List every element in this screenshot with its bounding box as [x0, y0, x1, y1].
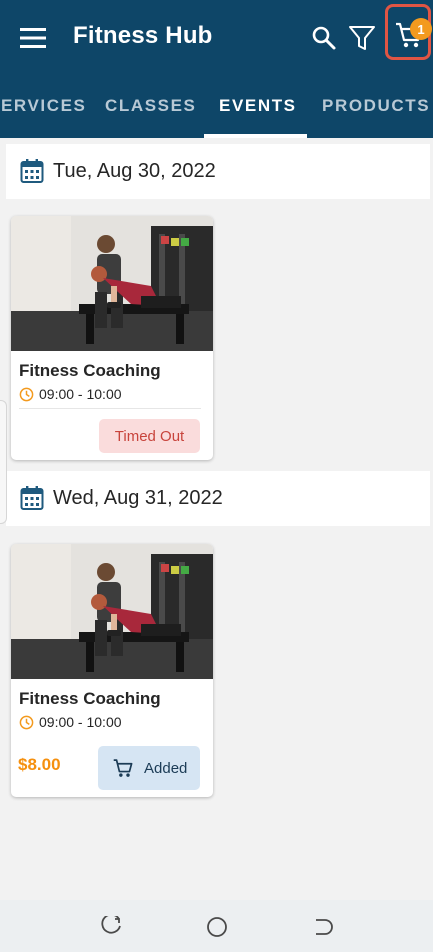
tab-classes[interactable]: CLASSES [105, 96, 197, 116]
event-card[interactable]: Fitness Coaching 09:00 - 10:00 Timed Out [11, 216, 213, 460]
tab-products[interactable]: PRODUCTS [322, 96, 430, 116]
timed-out-badge: Timed Out [99, 419, 200, 453]
clock-icon [19, 715, 34, 729]
cart-button[interactable]: 1 [385, 4, 432, 60]
clock-icon [19, 387, 34, 401]
cart-icon [113, 759, 133, 777]
system-nav-bar [0, 900, 433, 952]
app-bar: Fitness Hub 1 [0, 0, 433, 76]
added-label: Added [144, 759, 188, 777]
home-icon[interactable] [206, 916, 228, 938]
event-photo [11, 216, 213, 351]
event-photo [11, 544, 213, 679]
day-header: Tue, Aug 30, 2022 [6, 144, 430, 199]
event-name: Fitness Coaching [19, 689, 161, 708]
event-card[interactable]: Fitness Coaching 09:00 - 10:00 $8.00 Add… [11, 544, 213, 797]
side-drawer-handle[interactable] [0, 400, 7, 524]
search-icon[interactable] [311, 25, 337, 51]
event-time-row: 09:00 - 10:00 [19, 714, 122, 730]
tab-services[interactable]: SERVICES [0, 96, 86, 116]
calendar-icon [20, 486, 44, 510]
cart-count-badge: 1 [410, 18, 432, 40]
event-price: $8.00 [18, 755, 61, 774]
event-time: 09:00 - 10:00 [39, 714, 122, 730]
back-icon[interactable] [312, 916, 334, 938]
day-date: Wed, Aug 31, 2022 [53, 487, 223, 509]
calendar-icon [20, 159, 44, 183]
filter-icon[interactable] [348, 24, 376, 52]
active-tab-indicator [204, 134, 307, 138]
day-date: Tue, Aug 30, 2022 [53, 160, 216, 182]
hamburger-menu-icon[interactable] [20, 26, 48, 50]
recent-apps-icon[interactable] [101, 916, 123, 938]
app-title: Fitness Hub [73, 22, 213, 49]
event-name: Fitness Coaching [19, 361, 161, 380]
tab-events[interactable]: EVENTS [219, 96, 297, 116]
tab-bar: SERVICES CLASSES EVENTS PRODUCTS [0, 76, 433, 138]
event-time-row: 09:00 - 10:00 [19, 386, 122, 402]
event-time: 09:00 - 10:00 [39, 386, 122, 402]
added-to-cart-button[interactable]: Added [98, 746, 200, 790]
day-header: Wed, Aug 31, 2022 [6, 471, 430, 526]
card-divider [19, 408, 201, 409]
